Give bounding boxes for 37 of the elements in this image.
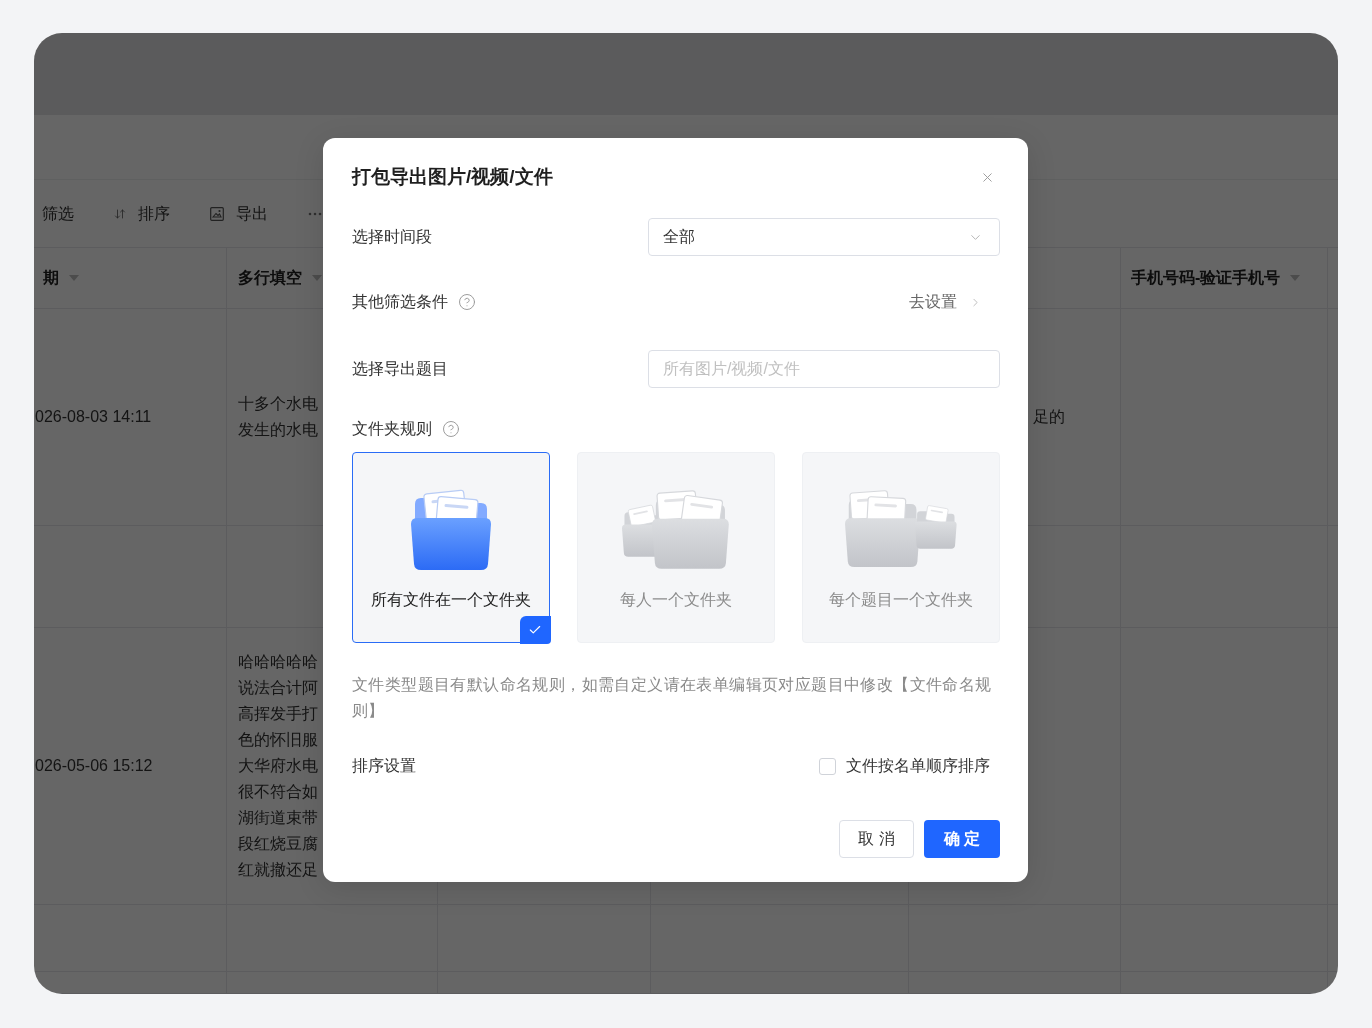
more-icon[interactable] (308, 211, 322, 216)
cell-text: 哈哈哈哈哈 说法合计阿 高挥发手打 色的怀旧服 大华府水电 很不符合如 湖街道束带 段红烧豆腐 红就撤还足 (238, 652, 318, 880)
caret-down-icon[interactable] (69, 275, 79, 281)
input-field[interactable]: 所有图片/视频/文件 (648, 350, 1000, 388)
cell-text: 026-08-03 14:11 (35, 407, 152, 427)
checkbox[interactable] (819, 757, 836, 775)
field-label: 排序设置 (352, 756, 416, 776)
column-header[interactable]: 期 (43, 266, 59, 290)
cell-text: 十多个水电 发生的水电 (238, 394, 318, 440)
column-header[interactable]: 多行填空 (238, 266, 302, 290)
cell-text: 026-05-06 15:12 (35, 756, 153, 776)
folder-option[interactable]: 所有文件在一个文件夹 (352, 452, 550, 643)
select-field[interactable]: 全部 (648, 218, 1000, 256)
help-icon[interactable] (442, 420, 460, 438)
field-label: 选择时间段 (352, 227, 432, 247)
field-label: 选择导出题目 (352, 359, 448, 379)
caret-down-icon[interactable] (312, 275, 322, 281)
confirm-button[interactable]: 确 定 (924, 820, 1000, 858)
cell-text: 足的 (1033, 407, 1065, 427)
field-label: 文件夹规则 (352, 419, 432, 439)
hint-text: 文件类型题目有默认命名规则，如需自定义请在表单编辑页对应题目中修改【文件命名规则】 (352, 675, 993, 721)
checkbox-label[interactable]: 文件按名单顺序排序 (846, 755, 990, 777)
help-icon[interactable] (458, 293, 476, 311)
folder-option[interactable]: 每个题目一个文件夹 (802, 452, 1000, 643)
field-label: 其他筛选条件 (352, 292, 448, 312)
settings-link[interactable]: 去设置 (909, 290, 982, 314)
toolbar-button[interactable]: 筛选 (42, 201, 74, 226)
caret-down-icon[interactable] (1290, 275, 1301, 281)
cancel-button[interactable]: 取 消 (839, 820, 914, 858)
image-icon (210, 206, 224, 221)
dialog-title: 打包导出图片/视频/文件 (352, 165, 553, 189)
toolbar-button[interactable]: 排序 (114, 201, 170, 226)
sort-icon (114, 207, 126, 220)
toolbar-button[interactable]: 导出 (210, 201, 268, 226)
column-header[interactable]: 手机号码-验证手机号 (1131, 266, 1281, 290)
folder-option[interactable]: 每人一个文件夹 (577, 452, 775, 643)
check-icon (519, 615, 551, 644)
